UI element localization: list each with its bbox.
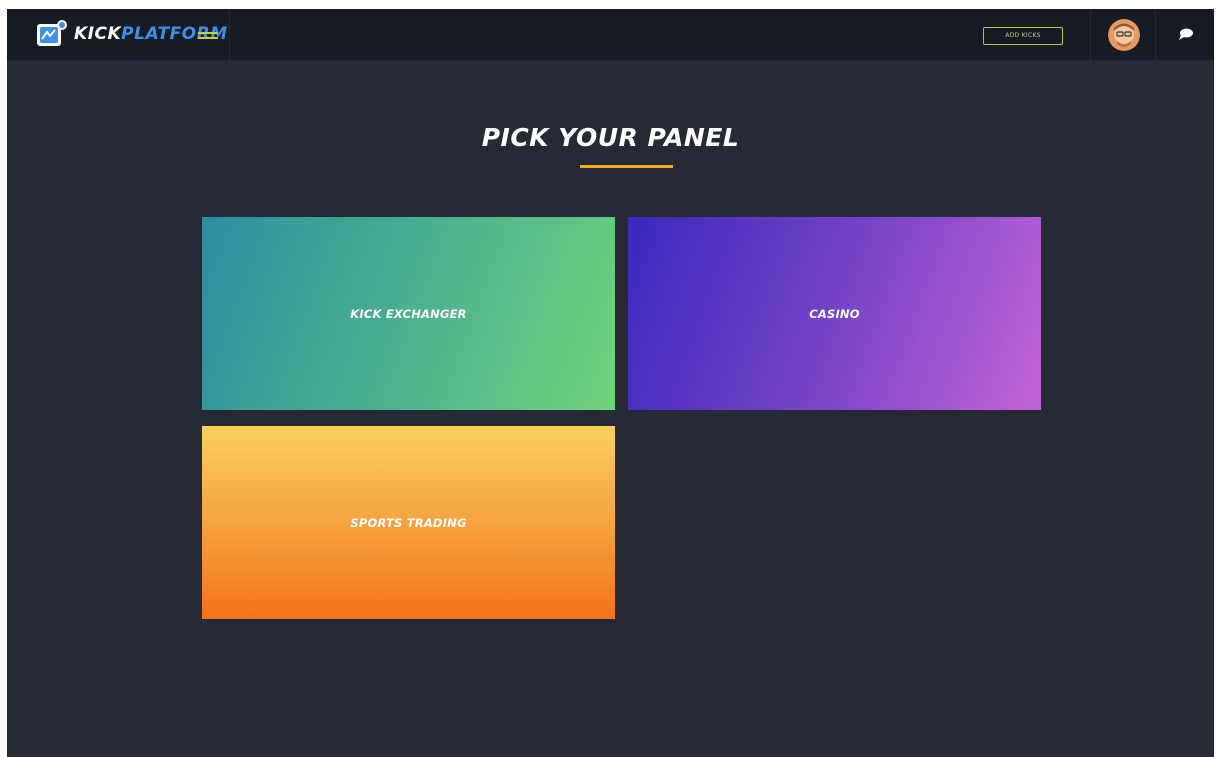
page-title: PICK YOUR PANEL: [481, 123, 740, 152]
add-kicks-button[interactable]: ADD KICKS: [983, 27, 1063, 45]
top-bar: KICKPLATFORM ADD KICKS: [7, 9, 1214, 61]
kick-platform-logo-icon[interactable]: [35, 19, 69, 49]
panel-sports-trading[interactable]: SPORTS TRADING: [202, 426, 615, 619]
avatar-face-icon: [1108, 19, 1140, 51]
topbar-divider: [1155, 9, 1156, 61]
app-window: KICKPLATFORM ADD KICKS PICK YOUR PANEL K…: [7, 9, 1214, 757]
menu-bar-bottom: [198, 37, 218, 39]
topbar-divider: [229, 9, 230, 61]
panel-label: KICK EXCHANGER: [350, 306, 467, 321]
title-underline: [580, 165, 673, 168]
panel-label: CASINO: [809, 306, 860, 321]
chat-bubble-icon[interactable]: [1178, 27, 1194, 41]
panel-kick-exchanger[interactable]: KICK EXCHANGER: [202, 217, 615, 410]
panel-casino[interactable]: CASINO: [628, 217, 1041, 410]
hamburger-menu-icon[interactable]: [198, 32, 218, 40]
brand-logo-part1: KICK: [74, 24, 122, 44]
menu-bar-top: [198, 32, 218, 34]
user-avatar[interactable]: [1108, 19, 1140, 51]
topbar-divider: [1090, 9, 1091, 61]
panel-label: SPORTS TRADING: [350, 515, 467, 530]
